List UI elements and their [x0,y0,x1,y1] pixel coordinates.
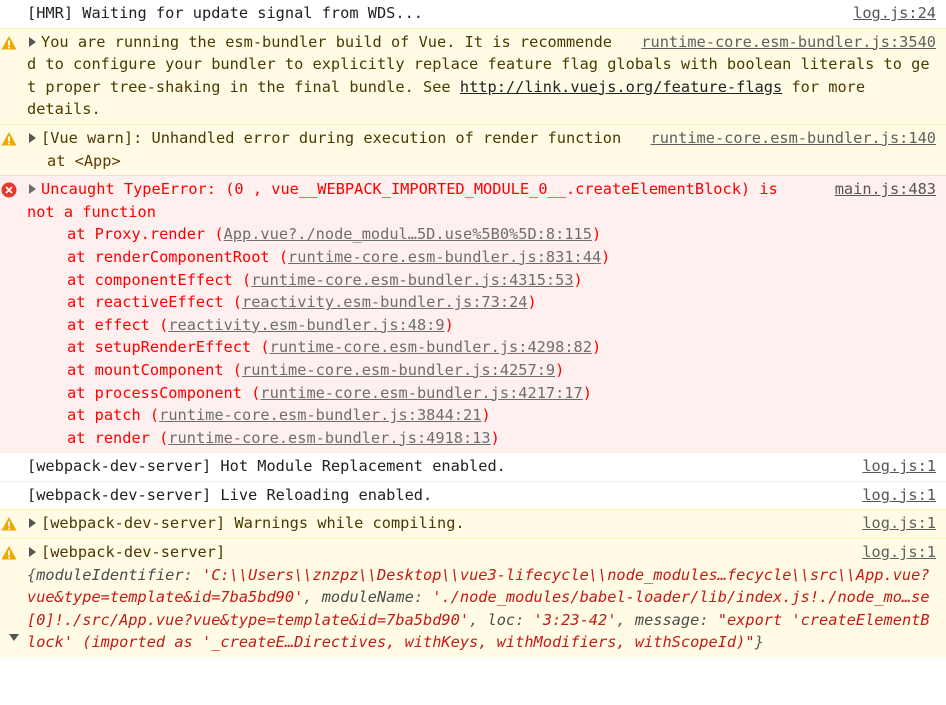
stack-frame: at renderComponentRoot (runtime-core.esm… [67,247,611,266]
stack-frame-link[interactable]: runtime-core.esm-bundler.js:4918:13 [168,429,490,447]
stack-frame-link[interactable]: reactivity.esm-bundler.js:73:24 [242,293,528,311]
source-link[interactable]: log.js:1 [862,455,936,478]
console-warning-vue-warn: runtime-core.esm-bundler.js:140 [Vue war… [0,123,946,176]
source-link[interactable]: log.js:1 [862,484,936,507]
expand-object-triangle-icon[interactable] [9,633,19,641]
source-link[interactable]: log.js:1 [862,512,936,535]
console-warning-esm-bundler: runtime-core.esm-bundler.js:3540 You are… [0,27,946,124]
console-message-hmr: log.js:24 [HMR] Waiting for update signa… [0,0,946,28]
source-link[interactable]: runtime-core.esm-bundler.js:140 [651,127,937,150]
warning-icon [1,546,17,560]
stack-frame: at mountComponent (runtime-core.esm-bund… [67,360,565,379]
message-text: [webpack-dev-server] Warnings while comp… [41,514,465,533]
console-error-typeerror: main.js:483 Uncaught TypeError: (0 , vue… [0,175,946,453]
message-text: [webpack-dev-server] [41,543,226,562]
stack-frame-link[interactable]: App.vue?./node_modul…5D.use%5B0%5D:8:115 [224,225,592,243]
stack-frame-link[interactable]: reactivity.esm-bundler.js:48:9 [168,316,444,334]
message-text: [Vue warn]: Unhandled error during execu… [41,128,622,147]
stack-frame-link[interactable]: runtime-core.esm-bundler.js:4298:82 [270,338,592,356]
stack-frame: at render (runtime-core.esm-bundler.js:4… [67,428,500,447]
stack-frame: at Proxy.render (App.vue?./node_modul…5D… [67,225,602,244]
warning-icon [1,35,17,50]
stack-frame: at componentEffect (runtime-core.esm-bun… [67,270,583,289]
source-link[interactable]: log.js:24 [853,2,936,25]
stack-frame-link[interactable]: runtime-core.esm-bundler.js:4257:9 [242,361,555,379]
error-icon [1,182,17,198]
stack-frame: at processComponent (runtime-core.esm-bu… [67,383,592,402]
component-trace: at <App> [47,151,121,170]
expand-triangle-icon[interactable] [29,547,36,558]
expand-triangle-icon[interactable] [29,132,36,143]
console-warning-compiling: log.js:1 [webpack-dev-server] Warnings w… [0,509,946,539]
message-text: Uncaught TypeError: (0 , vue__WEBPACK_IM… [27,180,778,221]
stack-frame-link[interactable]: runtime-core.esm-bundler.js:3844:21 [159,406,481,424]
warning-icon [1,517,17,531]
console-message-hmr-enabled: log.js:1 [webpack-dev-server] Hot Module… [0,452,946,481]
stack-frame: at effect (reactivity.esm-bundler.js:48:… [67,315,454,334]
stack-frame-link[interactable]: runtime-core.esm-bundler.js:4217:17 [260,384,582,402]
source-link[interactable]: main.js:483 [835,178,936,201]
warning-icon [1,131,17,146]
console-warning-object: log.js:1 [webpack-dev-server] {moduleIde… [0,538,946,658]
devtools-console: log.js:24 [HMR] Waiting for update signa… [0,0,946,658]
console-message-live-reloading: log.js:1 [webpack-dev-server] Live Reloa… [0,480,946,510]
source-link[interactable]: log.js:1 [862,541,936,564]
stack-trace: at Proxy.render (App.vue?./node_modul…5D… [27,223,936,449]
stack-frame: at reactiveEffect (reactivity.esm-bundle… [67,293,537,312]
message-text: [webpack-dev-server] Live Reloading enab… [27,485,433,504]
stack-frame: at patch (runtime-core.esm-bundler.js:38… [67,406,491,425]
stack-frame: at setupRenderEffect (runtime-core.esm-b… [67,338,602,357]
message-text: [HMR] Waiting for update signal from WDS… [27,4,424,22]
source-link[interactable]: runtime-core.esm-bundler.js:3540 [641,31,936,54]
stack-frame-link[interactable]: runtime-core.esm-bundler.js:4315:53 [251,271,573,289]
logged-object[interactable]: {moduleIdentifier: 'C:\\Users\\znzpz\\De… [9,564,936,654]
message-text: [webpack-dev-server] Hot Module Replacem… [27,457,506,476]
expand-triangle-icon[interactable] [29,518,36,529]
feature-flags-link[interactable]: http://link.vuejs.org/feature-flags [460,78,782,96]
stack-frame-link[interactable]: runtime-core.esm-bundler.js:831:44 [288,248,601,266]
expand-triangle-icon[interactable] [29,36,36,47]
expand-triangle-icon[interactable] [29,184,36,195]
